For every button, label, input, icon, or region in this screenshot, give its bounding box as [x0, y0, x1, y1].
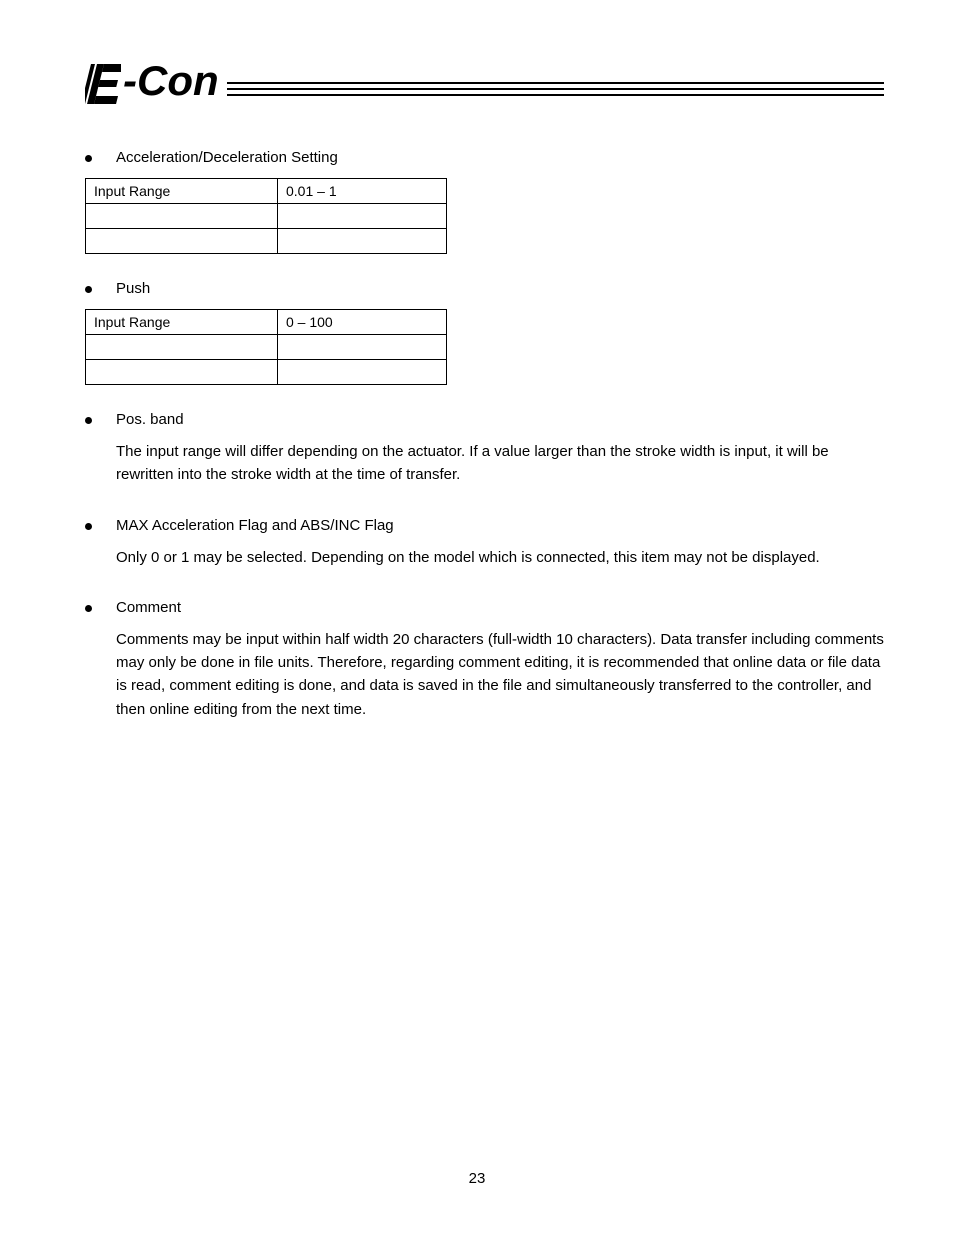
table-row [86, 335, 447, 360]
cell-empty [278, 360, 447, 385]
spec-table-push: Input Range 0 – 100 [85, 309, 447, 385]
cell-range: 0.01 – 1 [278, 179, 447, 204]
bullet-icon [85, 605, 92, 612]
table-row: Input Range 0 – 100 [86, 310, 447, 335]
section-title: Pos. band [116, 411, 184, 428]
cell-empty [278, 204, 447, 229]
logo: -Con [85, 60, 884, 104]
cell-empty [86, 229, 278, 254]
cell-label: Input Range [86, 179, 278, 204]
section-title: Comment [116, 599, 181, 616]
cell-empty [86, 335, 278, 360]
section-acceleration: Acceleration/Deceleration Setting Input … [85, 149, 884, 254]
logo-rule-lines [227, 82, 884, 104]
section-para: Comments may be input within half width … [116, 628, 884, 721]
page-number: 23 [0, 1170, 954, 1187]
cell-range: 0 – 100 [278, 310, 447, 335]
section-comment: Comment Comments may be input within hal… [85, 599, 884, 721]
bullet-icon [85, 417, 92, 424]
section-flags: MAX Acceleration Flag and ABS/INC Flag O… [85, 517, 884, 569]
section-posband: Pos. band The input range will differ de… [85, 411, 884, 487]
table-row [86, 360, 447, 385]
section-para: Only 0 or 1 may be selected. Depending o… [116, 546, 884, 569]
bullet-icon [85, 286, 92, 293]
cell-empty [86, 360, 278, 385]
section-para: The input range will differ depending on… [116, 440, 884, 487]
spec-table-acceleration: Input Range 0.01 – 1 [85, 178, 447, 254]
cell-empty [278, 229, 447, 254]
cell-empty [86, 204, 278, 229]
section-title: MAX Acceleration Flag and ABS/INC Flag [116, 517, 394, 534]
cell-label: Input Range [86, 310, 278, 335]
table-row [86, 204, 447, 229]
bullet-icon [85, 155, 92, 162]
logo-text: -Con [123, 60, 219, 104]
section-title: Push [116, 280, 150, 297]
table-row: Input Range 0.01 – 1 [86, 179, 447, 204]
cell-empty [278, 335, 447, 360]
bullet-icon [85, 523, 92, 530]
table-row [86, 229, 447, 254]
logo-mark-icon [85, 64, 121, 104]
section-push: Push Input Range 0 – 100 [85, 280, 884, 385]
section-title: Acceleration/Deceleration Setting [116, 149, 338, 166]
